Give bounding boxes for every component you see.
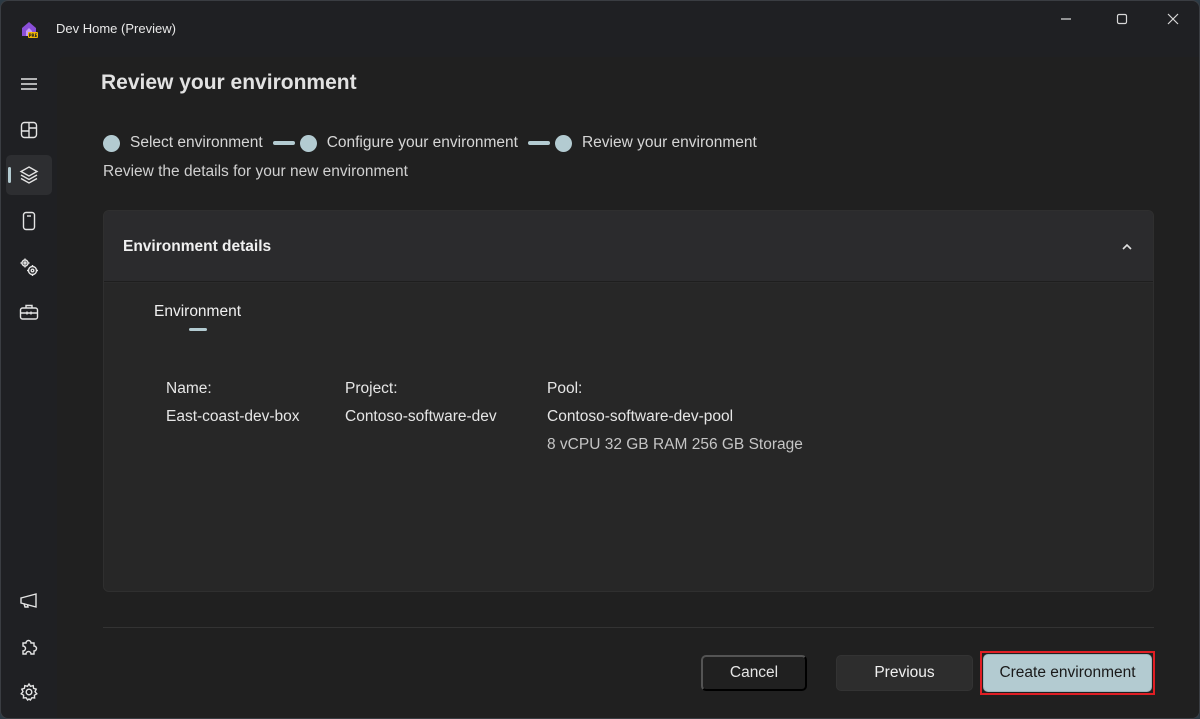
hamburger-icon bbox=[21, 78, 37, 90]
progress-stepper: Select environment Configure your enviro… bbox=[103, 134, 757, 152]
step-1-label: Select environment bbox=[130, 134, 263, 151]
nav-item-extensions[interactable] bbox=[6, 627, 52, 667]
step-2-label: Configure your environment bbox=[326, 134, 518, 151]
dashboard-icon bbox=[20, 121, 38, 139]
step-3-label: Review your environment bbox=[581, 134, 757, 151]
field-project: Project: Contoso-software-dev bbox=[345, 375, 497, 431]
nav-item-environments[interactable] bbox=[6, 155, 52, 195]
nav-item-settings[interactable] bbox=[6, 672, 52, 712]
cancel-button[interactable]: Cancel bbox=[701, 655, 807, 691]
close-icon bbox=[1167, 13, 1179, 25]
step-2-dot bbox=[299, 134, 317, 152]
gear-icon bbox=[20, 682, 38, 701]
field-name-value: East-coast-dev-box bbox=[166, 408, 300, 425]
nav-item-machine-configuration[interactable] bbox=[6, 247, 52, 287]
create-environment-button[interactable]: Create environment bbox=[983, 654, 1152, 692]
field-pool: Pool: Contoso-software-dev-pool 8 vCPU 3… bbox=[547, 375, 803, 459]
close-button[interactable] bbox=[1151, 7, 1195, 31]
puzzle-icon bbox=[22, 639, 38, 655]
nav-item-dashboard[interactable] bbox=[6, 110, 52, 150]
field-pool-specs: 8 vCPU 32 GB RAM 256 GB Storage bbox=[547, 436, 803, 453]
minimize-button[interactable] bbox=[1044, 7, 1088, 31]
tab-selected-indicator bbox=[189, 328, 207, 331]
window-title: Dev Home (Preview) bbox=[56, 21, 176, 36]
main-content: Review your environment Select environme… bbox=[57, 57, 1199, 718]
layers-icon bbox=[19, 166, 39, 184]
expander-title: Environment details bbox=[123, 238, 272, 255]
field-project-value: Contoso-software-dev bbox=[345, 408, 497, 425]
expander-content: Environment Name: East-coast-dev-box Pro… bbox=[104, 283, 1153, 591]
step-3-dot bbox=[554, 134, 572, 152]
field-name: Name: East-coast-dev-box bbox=[166, 375, 300, 431]
field-name-label: Name: bbox=[166, 380, 212, 397]
page-title: Review your environment bbox=[101, 71, 357, 94]
maximize-button[interactable] bbox=[1100, 7, 1144, 31]
maximize-icon bbox=[1116, 13, 1128, 25]
minimize-icon bbox=[1061, 18, 1071, 20]
expander-header[interactable]: Environment details bbox=[104, 211, 1153, 282]
title-bar[interactable]: PRE Dev Home (Preview) bbox=[1, 1, 1199, 57]
app-window: PRE Dev Home (Preview) Review your envir… bbox=[0, 0, 1200, 719]
chevron-up-icon[interactable] bbox=[1119, 239, 1135, 255]
field-project-label: Project: bbox=[345, 380, 398, 397]
step-connector bbox=[527, 141, 550, 145]
page-subtitle: Review the details for your new environm… bbox=[103, 163, 408, 180]
nav-item-device[interactable] bbox=[6, 201, 52, 241]
environment-details-expander: Environment details Environment Name: Ea… bbox=[103, 210, 1154, 592]
step-1-dot bbox=[103, 134, 120, 152]
selection-indicator bbox=[8, 167, 11, 183]
gears-icon bbox=[20, 258, 38, 276]
tab-environment[interactable]: Environment bbox=[154, 303, 241, 321]
field-pool-label: Pool: bbox=[547, 380, 583, 397]
nav-menu-button[interactable] bbox=[6, 64, 52, 104]
dev-home-icon: PRE bbox=[22, 22, 38, 38]
nav-item-whats-new[interactable] bbox=[6, 581, 52, 621]
step-connector bbox=[272, 141, 295, 145]
svg-text:PRE: PRE bbox=[29, 33, 38, 38]
field-pool-value: Contoso-software-dev-pool bbox=[547, 408, 734, 425]
previous-button[interactable]: Previous bbox=[836, 655, 973, 691]
megaphone-icon bbox=[20, 593, 37, 608]
nav-item-utilities[interactable] bbox=[6, 292, 52, 332]
toolbox-icon bbox=[19, 304, 39, 320]
footer-divider bbox=[103, 627, 1154, 628]
navigation-rail bbox=[1, 57, 57, 718]
device-icon bbox=[22, 211, 36, 231]
